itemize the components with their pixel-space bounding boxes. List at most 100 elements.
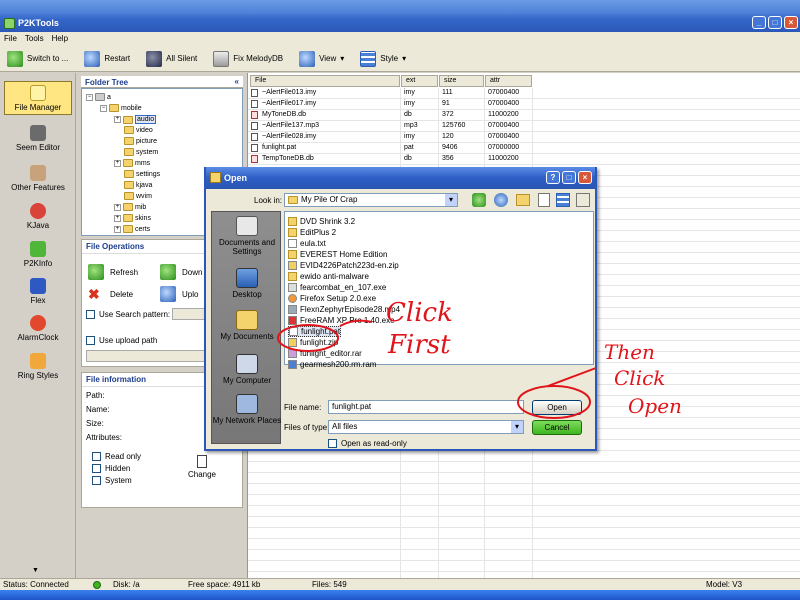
place-documents-settings[interactable]: Documents and Settings (212, 216, 282, 256)
help-icon[interactable]: ? (546, 171, 560, 184)
tree-node-system[interactable]: system (124, 148, 158, 156)
table-row[interactable]: ~AlertFile028.imy imy 120 07000400 (248, 132, 533, 143)
all-silent-button[interactable]: All Silent (143, 50, 200, 67)
list-item[interactable]: FreeRAM XP Pro 1.40.exe (288, 315, 395, 326)
tree-node-root[interactable]: − a (86, 93, 111, 101)
upload-path-checkbox[interactable]: Use upload path (86, 336, 157, 345)
tree-node-certs[interactable]: + certs (114, 225, 150, 233)
folder-icon (123, 203, 133, 211)
tree-node-skins[interactable]: + skins (114, 214, 151, 222)
tree-node-wvim[interactable]: wvim (124, 192, 152, 200)
status-disk: Disk: /a (113, 580, 140, 589)
table-row[interactable]: ~AlertFile137.mp3 mp3 125760 07000400 (248, 121, 533, 132)
tools-icon[interactable] (576, 193, 590, 207)
table-row[interactable]: MyToneDB.db db 372 11000200 (248, 110, 533, 121)
hidden-checkbox[interactable]: Hidden (92, 464, 130, 473)
back-icon[interactable] (472, 193, 486, 207)
column-header-ext[interactable]: ext (401, 75, 438, 87)
place-my-network[interactable]: My Network Places (212, 394, 282, 425)
column-header-size[interactable]: size (439, 75, 484, 87)
column-header-file[interactable]: File (250, 75, 400, 87)
list-item[interactable]: fearcombat_en_107.exe (288, 282, 386, 293)
table-row[interactable]: ~AlertFile013.imy imy 111 07000400 (248, 88, 533, 99)
open-button[interactable]: Open (532, 400, 582, 415)
chevron-down-icon: ▾ (511, 421, 523, 433)
path-label: Path: (86, 391, 105, 400)
nav-other-features[interactable]: Other Features (4, 165, 72, 192)
tree-node-mobile[interactable]: − mobile (100, 104, 142, 112)
list-item[interactable]: EVEREST Home Edition (288, 249, 387, 260)
fix-melodydb-button[interactable]: Fix MelodyDB (210, 50, 286, 67)
new-folder-icon[interactable] (516, 194, 530, 206)
list-item[interactable]: EVID4226Patch223d-en.zip (288, 260, 399, 271)
minimize-icon[interactable]: _ (752, 16, 766, 29)
nav-p2kinfo[interactable]: P2KInfo (4, 241, 72, 268)
system-checkbox[interactable]: System (92, 476, 132, 485)
nav-flex[interactable]: Flex (4, 278, 72, 305)
details-view-icon[interactable] (556, 193, 570, 207)
style-button[interactable]: Style ▾ (357, 50, 409, 67)
tree-node-settings[interactable]: settings (124, 170, 160, 178)
menu-help[interactable]: Help (52, 32, 68, 46)
list-item[interactable]: eula.txt (288, 238, 326, 249)
download-button[interactable]: Down (160, 264, 202, 280)
list-item[interactable]: DVD Shrink 3.2 (288, 216, 355, 227)
files-of-type-select[interactable]: All files ▾ (328, 420, 524, 434)
column-header-attr[interactable]: attr (485, 75, 532, 87)
list-item-selected[interactable]: funlight.pat (288, 326, 342, 337)
list-item[interactable]: funlight.zip (288, 337, 338, 348)
tree-node-mib[interactable]: + mib (114, 203, 146, 211)
look-in-select[interactable]: My Pile Of Crap ▾ (284, 193, 458, 207)
tree-node-mms[interactable]: + mms (114, 159, 150, 167)
search-pattern-checkbox[interactable]: Use Search pattern: (86, 310, 170, 319)
list-item[interactable]: gearmesh200.rm.ram (288, 359, 376, 370)
scroll-down-icon[interactable]: ▼ (32, 567, 39, 574)
menu-file[interactable]: File (4, 32, 17, 46)
collapse-icon[interactable]: « (235, 77, 239, 86)
maximize-icon[interactable]: □ (768, 16, 782, 29)
list-item[interactable]: ewido anti-malware (288, 271, 369, 282)
tree-node-video[interactable]: video (124, 126, 153, 134)
refresh-button[interactable]: Refresh (88, 264, 138, 280)
place-my-computer[interactable]: My Computer (212, 354, 282, 385)
table-row[interactable]: TempToneDB.db db 356 11000200 (248, 154, 533, 165)
maximize-icon[interactable]: □ (562, 171, 576, 184)
nav-alarmclock[interactable]: AlarmClock (4, 315, 72, 342)
switch-button[interactable]: Switch to ... (4, 50, 71, 67)
files-of-type-label: Files of type: (284, 423, 330, 432)
delete-button[interactable]: ✖ Delete (88, 286, 133, 303)
restart-button[interactable]: Restart (81, 50, 133, 67)
list-item[interactable]: funlight_editor.rar (288, 348, 362, 359)
nav-file-manager[interactable]: File Manager (4, 81, 72, 115)
tree-node-picture[interactable]: picture (124, 137, 157, 145)
open-read-only-checkbox[interactable]: Open as read-only (328, 439, 407, 448)
table-row[interactable]: ~AlertFile017.imy imy 91 07000400 (248, 99, 533, 110)
drive-icon (95, 93, 105, 101)
list-item[interactable]: EditPlus 2 (288, 227, 336, 238)
place-my-documents[interactable]: My Documents (212, 310, 282, 341)
view-menu-icon[interactable] (538, 193, 550, 207)
nav-ring-styles[interactable]: Ring Styles (4, 353, 72, 380)
folder-icon (123, 225, 133, 233)
nav-kjava[interactable]: KJava (4, 203, 72, 230)
cancel-button[interactable]: Cancel (532, 420, 582, 435)
menu-tools[interactable]: Tools (25, 32, 44, 46)
up-folder-icon[interactable] (494, 193, 508, 207)
upload-button[interactable]: Uplo (160, 286, 198, 302)
close-icon[interactable]: × (578, 171, 592, 184)
list-item[interactable]: FlexnZephyrEpisode28.mp4 (288, 304, 400, 315)
list-item[interactable]: Firefox Setup 2.0.exe (288, 293, 376, 304)
table-row[interactable]: funlight.pat pat 9406 07000000 (248, 143, 533, 154)
documents-icon (236, 216, 258, 236)
place-desktop[interactable]: Desktop (212, 268, 282, 299)
taskbar (0, 590, 800, 600)
tree-node-audio[interactable]: + audio (114, 115, 157, 124)
tree-node-kjava[interactable]: kjava (124, 181, 152, 189)
nav-seem-editor[interactable]: Seem Editor (4, 125, 72, 152)
read-only-checkbox[interactable]: Read only (92, 452, 141, 461)
file-name-input[interactable]: funlight.pat (328, 400, 524, 414)
close-icon[interactable]: × (784, 16, 798, 29)
change-button[interactable]: Change (186, 455, 218, 479)
folder-icon (288, 272, 297, 281)
view-button[interactable]: View ▾ (296, 50, 347, 67)
